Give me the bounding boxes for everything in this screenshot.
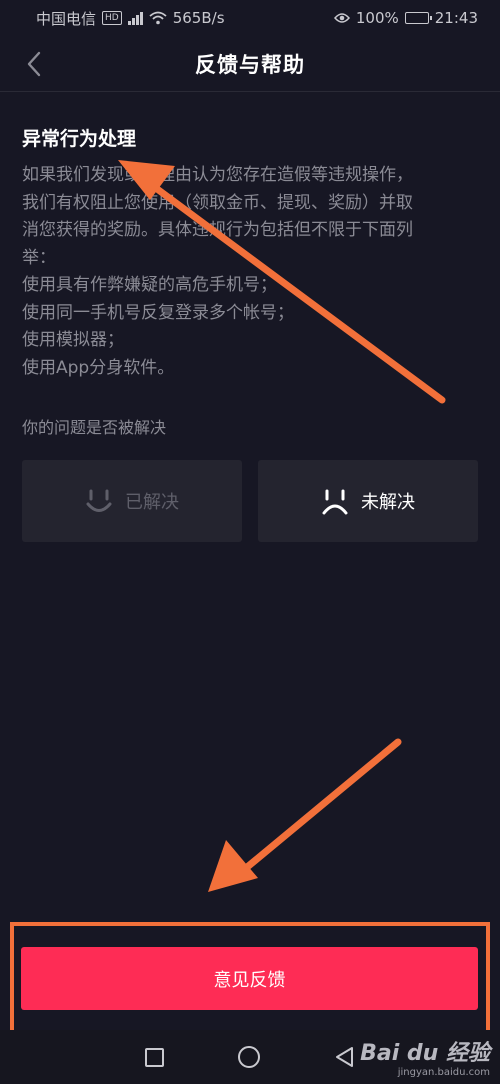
smile-icon (86, 489, 112, 512)
policy-line: 消您获得的奖励。具体违规行为包括但不限于下面列 (22, 220, 413, 240)
header: 反馈与帮助 (0, 36, 500, 92)
network-speed: 565B/s (172, 9, 225, 27)
signal-icon (127, 11, 143, 25)
policy-line: 使用模拟器； (22, 330, 124, 350)
battery-icon (404, 12, 432, 24)
watermark-url: jingyan.baidu.com (397, 1067, 490, 1078)
chevron-left-icon (27, 51, 41, 77)
home-icon[interactable] (237, 1046, 260, 1068)
policy-text: 如果我们发现或有理由认为您存在造假等违规操作， 我们有权阻止您使用（领取金币、提… (22, 162, 482, 382)
section-title: 异常行为处理 (22, 128, 137, 150)
policy-line: 我们有权阻止您使用（领取金币、提现、奖励）并取 (22, 192, 413, 213)
eye-icon (333, 13, 350, 23)
recent-apps-icon[interactable] (144, 1047, 164, 1067)
status-bar: 中国电信 HD 565B/s 100% 21:43 (0, 0, 500, 36)
hd-badge: HD (102, 11, 122, 25)
resolved-button[interactable]: 已解决 (22, 460, 242, 542)
unresolved-label: 未解决 (361, 492, 415, 513)
carrier-label: 中国电信 (36, 9, 97, 28)
status-right: 100% 21:43 (333, 9, 478, 27)
status-left: 中国电信 HD 565B/s (36, 8, 225, 29)
page-title: 反馈与帮助 (195, 52, 305, 77)
policy-line: 使用具有作弊嫌疑的高危手机号； (22, 275, 277, 295)
unresolved-button[interactable]: 未解决 (258, 460, 478, 542)
highlight-box (10, 922, 490, 1036)
policy-line: 举： (22, 247, 56, 268)
arrow-to-feedback (208, 738, 402, 892)
resolution-question: 你的问题是否被解决 (22, 418, 167, 437)
policy-line: 使用App分身软件。 (22, 357, 175, 378)
watermark-logo: Bai du 经验 (360, 1041, 490, 1066)
frown-icon (322, 489, 348, 515)
back-triangle-icon[interactable] (334, 1046, 356, 1068)
back-button[interactable] (18, 48, 50, 80)
battery-percent: 100% (355, 9, 399, 27)
wifi-icon (149, 11, 167, 25)
resolved-label: 已解决 (125, 492, 179, 513)
watermark: Bai du 经验 jingyan.baidu.com (360, 1035, 490, 1078)
clock: 21:43 (434, 9, 478, 27)
policy-line: 如果我们发现或有理由认为您存在造假等违规操作， (22, 165, 413, 185)
policy-line: 使用同一手机号反复登录多个帐号； (22, 302, 294, 323)
